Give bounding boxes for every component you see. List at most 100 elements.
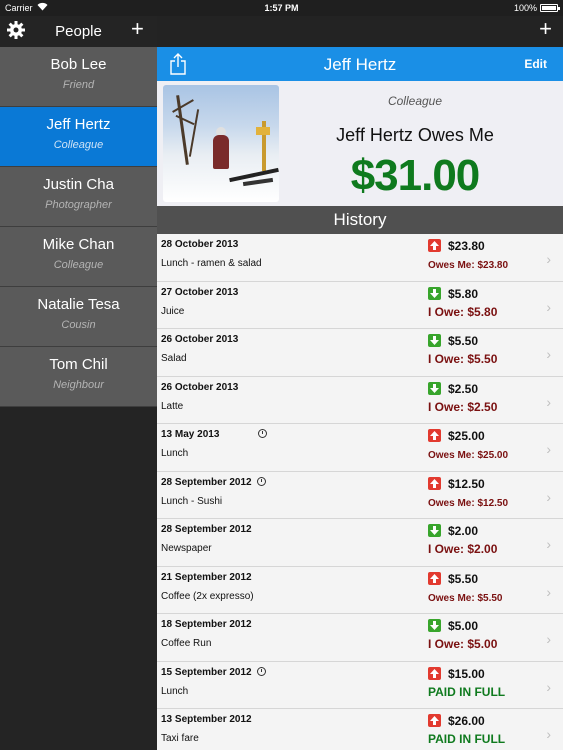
transaction-amount: $5.00 [448,619,479,633]
chevron-right-icon: › [546,441,551,457]
transaction-date: 15 September 2012 [161,666,252,678]
add-person-button[interactable]: + [131,18,144,40]
profile-relation: Colleague [387,94,443,108]
person-name: Justin Cha [43,176,114,193]
history-row[interactable]: 26 October 2013 Salad $5.50 I Owe: $5.50 › [157,329,563,377]
person-item-natalie-tesa[interactable]: Natalie Tesa Cousin [0,287,157,347]
person-relation: Colleague [53,259,104,271]
clock-icon [258,429,267,438]
sidebar-header: People + [0,16,157,47]
chevron-right-icon: › [546,251,551,267]
history-row[interactable]: 21 September 2012 Coffee (2x expresso) $5.… [157,566,563,614]
transaction-description: Latte [161,400,184,412]
history-row[interactable]: 28 September 2012 Newspaper $2.00 I Owe: $2… [157,519,563,567]
transaction-amount: $5.50 [448,571,479,586]
arrow-up-icon [428,429,441,442]
transaction-status: I Owe: $2.00 [428,542,498,556]
arrow-down-icon [428,381,441,395]
profile-summary: Colleague Jeff Hertz Owes Me $31.00 [157,81,563,206]
transaction-date: 21 September 2012 [161,571,252,583]
person-name: Mike Chan [42,236,115,253]
arrow-down-icon [428,334,441,347]
arrow-down-icon [428,286,441,300]
arrow-up-icon [428,239,441,252]
transaction-description: Coffee Run [161,638,212,649]
navigation-bar: Jeff Hertz Edit [157,47,563,81]
transaction-status: I Owe: $5.00 [428,637,498,651]
history-header: History [157,206,563,234]
history-row[interactable]: 13 May 2013 Lunch $25.00 Owes Me: $25.00 › [157,424,563,472]
transaction-date: 18 September 2012 [161,619,252,630]
person-relation: Friend [62,79,95,91]
history-row[interactable]: 15 September 2012 Lunch $15.00 PAID IN FULL… [157,661,563,709]
transaction-date: 13 May 2013 [161,429,220,440]
chevron-right-icon: › [546,726,551,742]
transaction-date: 28 September 2012 [161,524,252,535]
transaction-amount: $15.00 [448,666,485,681]
profile-photo[interactable] [163,85,279,202]
transaction-description: Juice [161,305,185,317]
transaction-description: Taxi fare [161,733,199,744]
transaction-description: Coffee (2x expresso) [161,590,254,602]
transaction-description: Newspaper [161,543,212,554]
clock-icon [257,476,266,486]
status-bar: Carrier 1:57 PM 100% [0,0,563,16]
person-item-jeff-hertz[interactable]: Jeff Hertz Colleague [0,107,157,167]
add-transaction-button[interactable]: + [539,18,552,40]
chevron-right-icon: › [546,678,551,695]
transaction-status: Owes Me: $5.50 [428,592,503,604]
chevron-right-icon: › [546,346,551,362]
edit-button[interactable]: Edit [524,57,547,71]
person-item-tom-chil[interactable]: Tom Chil Neighbour [0,347,157,407]
transaction-status: Owes Me: $23.80 [428,260,509,271]
history-row[interactable]: 27 October 2013 Juice $5.80 I Owe: $5.80 › [157,281,563,329]
arrow-up-icon [428,571,441,585]
person-name: Tom Chil [49,356,108,373]
person-relation: Cousin [61,319,96,331]
transaction-date: 28 October 2013 [161,239,239,250]
sidebar: People + Bob Lee Friend Jeff Hertz Colle… [0,16,157,750]
history-row[interactable]: 18 September 2012 Coffee Run $5.00 I Owe: $… [157,614,563,662]
transaction-status: Owes Me: $25.00 [428,450,509,461]
transaction-description: Lunch [161,448,189,459]
transaction-status: I Owe: $2.50 [428,399,498,414]
person-item-justin-cha[interactable]: Justin Cha Photographer [0,167,157,227]
transaction-amount: $25.00 [448,429,485,443]
transaction-date: 26 October 2013 [161,381,239,393]
transaction-status: PAID IN FULL [428,732,506,746]
history-row[interactable]: 26 October 2013 Latte $2.50 I Owe: $2.50 › [157,376,563,424]
history-row[interactable]: 13 September 2012 Taxi fare $26.00 PAID IN … [157,709,563,750]
transaction-amount: $5.80 [448,286,479,301]
person-title: Jeff Hertz [323,55,397,74]
detail-toolbar: + [157,16,563,47]
person-item-mike-chan[interactable]: Mike Chan Colleague [0,227,157,287]
screen: Carrier 1:57 PM 100% People + Bob Lee Fr… [0,0,563,750]
balance-amount: $31.00 [350,151,481,200]
transaction-amount: $2.50 [448,381,479,396]
person-name: Bob Lee [50,56,107,73]
transaction-description: Salad [161,353,187,364]
transaction-description: Lunch - ramen & salad [161,258,262,269]
transaction-amount: $5.50 [448,334,479,348]
transaction-amount: $2.00 [448,524,479,538]
transaction-status: I Owe: $5.80 [428,304,498,319]
transaction-description: Lunch - Sushi [161,495,223,507]
people-list: Bob Lee Friend Jeff Hertz Colleague Just… [0,47,157,407]
person-name: Natalie Tesa [37,296,120,313]
clock-label: 1:57 PM [264,3,299,13]
person-relation: Photographer [45,199,112,211]
history-row[interactable]: 28 September 2012 Lunch - Sushi $12.50 Owes… [157,471,563,519]
history-row[interactable]: 28 October 2013 Lunch - ramen & salad $23.… [157,234,563,282]
person-item-bob-lee[interactable]: Bob Lee Friend [0,47,157,107]
transaction-amount: $26.00 [448,714,485,728]
chevron-right-icon: › [546,536,551,552]
detail-pane: + Jeff Hertz Edit Colleague Jeff Hertz O… [157,16,563,750]
transaction-date: 26 October 2013 [161,334,239,345]
transaction-description: Lunch [161,685,189,697]
transaction-status: PAID IN FULL [428,684,506,699]
battery-percent: 100% [513,3,537,13]
transaction-date: 27 October 2013 [161,286,239,298]
balance-caption: Jeff Hertz Owes Me [336,125,494,145]
arrow-down-icon [428,524,441,537]
chevron-right-icon: › [546,298,551,315]
